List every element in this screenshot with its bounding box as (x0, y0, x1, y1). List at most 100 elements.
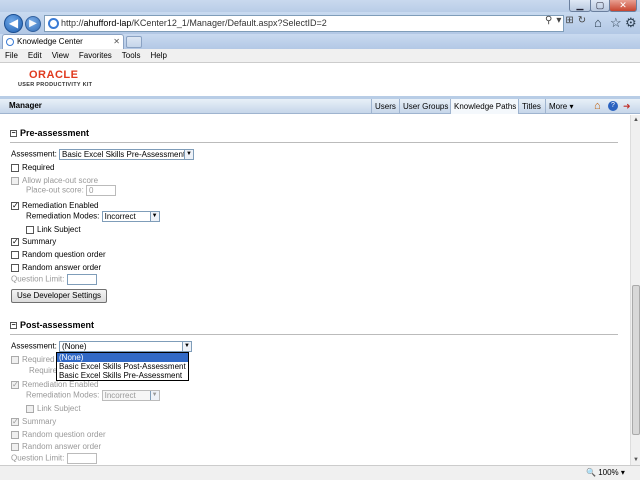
pre-random-question[interactable]: Random question order (11, 250, 106, 259)
address-bar[interactable]: http://ahufford-lap/KCenter12_1/Manager/… (44, 15, 564, 32)
zoom-control[interactable]: 🔍 100% ▾ (586, 466, 625, 480)
pre-link-subject-checkbox[interactable] (26, 225, 34, 234)
post-summary-checkbox: ✓ (11, 416, 19, 426)
menu-view[interactable]: View (47, 49, 74, 63)
dropdown-option-none[interactable]: (None) (57, 353, 188, 362)
post-required-checkbox (11, 355, 19, 364)
maximize-button[interactable]: ▢ (590, 0, 610, 12)
dropdown-icon[interactable]: ▾ (556, 15, 565, 26)
pre-assessment-value: Basic Excel Skills Pre-Assessment (62, 150, 186, 159)
collapse-icon[interactable]: − (10, 130, 17, 138)
url-path: /KCenter12_1/Manager/Default.aspx?Select… (131, 18, 327, 28)
settings-gear-icon[interactable]: ⚙ (625, 15, 637, 31)
logout-icon[interactable]: ➜ (623, 101, 633, 111)
new-tab-button[interactable] (126, 36, 142, 48)
home-toolbar-icon[interactable]: ⌂ (594, 15, 602, 30)
nav-knowledge-paths[interactable]: Knowledge Paths (450, 99, 520, 114)
pre-summary[interactable]: ✓ Summary (11, 237, 56, 246)
search-icon[interactable]: ⚲ (545, 15, 556, 26)
tab-close-icon[interactable]: ✕ (113, 35, 120, 48)
menu-help[interactable]: Help (145, 49, 171, 63)
browser-window: ▁ ▢ ✕ ◀ ▶ http://ahufford-lap/KCenter12_… (0, 0, 640, 480)
menu-edit[interactable]: Edit (23, 49, 47, 63)
pre-question-limit-input[interactable] (66, 274, 97, 285)
post-assessment-label: Assessment: (11, 341, 57, 351)
pre-summary-label: Summary (22, 237, 57, 246)
post-random-question: Random question order (11, 430, 106, 439)
product-name: USER PRODUCTIVITY KIT (18, 82, 93, 88)
zoom-level: 100% (598, 468, 619, 477)
pre-place-out-row: Place-out score: 0 (26, 185, 117, 196)
post-question-limit-row: Question Limit: (11, 453, 97, 464)
pre-remediation-modes-value: Incorrect (104, 212, 136, 221)
pre-required[interactable]: Required (11, 163, 54, 172)
dropdown-option-pre[interactable]: Basic Excel Skills Pre-Assessment (57, 371, 188, 380)
post-summary: ✓ Summary (11, 417, 56, 426)
pre-assessment-row: Assessment: Basic Excel Skills Pre-Asses… (11, 149, 195, 160)
post-remediation-modes-select: Incorrect ▼ (101, 390, 160, 401)
pre-remediation-modes-label: Remediation Modes: (26, 211, 100, 221)
chevron-down-icon: ▼ (182, 342, 192, 351)
pre-random-answer-label: Random answer order (22, 263, 102, 272)
pre-required-checkbox[interactable] (11, 163, 19, 172)
dropdown-option-post[interactable]: Basic Excel Skills Post-Assessment (57, 362, 188, 371)
nav-user-groups[interactable]: User Groups (399, 99, 451, 114)
pre-summary-checkbox[interactable]: ✓ (11, 237, 19, 246)
menu-tools[interactable]: Tools (117, 49, 146, 63)
use-developer-settings-button[interactable]: Use Developer Settings (11, 289, 108, 303)
post-remediation-label: Remediation Enabled (22, 380, 99, 389)
post-link-subject: Link Subject (26, 404, 81, 413)
minimize-button[interactable]: ▁ (569, 0, 591, 12)
pre-remediation[interactable]: ✓ Remediation Enabled (11, 201, 99, 210)
pre-required-label: Required (22, 163, 55, 172)
menu-file[interactable]: File (0, 49, 23, 63)
home-icon[interactable]: ⌂ (594, 101, 604, 112)
help-icon[interactable]: ? (608, 101, 618, 111)
pre-link-subject[interactable]: Link Subject (26, 225, 81, 234)
scroll-thumb[interactable] (632, 285, 640, 435)
pre-allow-place-out: Allow place-out score (11, 176, 98, 185)
post-random-answer-checkbox (11, 442, 19, 451)
post-link-subject-checkbox (26, 404, 34, 413)
post-required: Required (11, 355, 54, 364)
tab-page-icon (6, 38, 14, 46)
post-remediation-modes-row: Remediation Modes: Incorrect ▼ (26, 390, 160, 401)
post-random-answer-label: Random answer order (22, 442, 102, 451)
refresh-icon[interactable]: ↻ (578, 15, 590, 26)
nav-titles[interactable]: Titles (518, 99, 544, 114)
collapse-icon[interactable]: − (10, 322, 17, 330)
tab-title: Knowledge Center (17, 37, 83, 46)
post-random-question-label: Random question order (22, 430, 106, 439)
forward-button[interactable]: ▶ (25, 16, 41, 32)
ie-page-icon (48, 18, 59, 29)
tab-strip: Knowledge Center ✕ (0, 34, 640, 49)
post-assessment-dropdown-list: (None) Basic Excel Skills Post-Assessmen… (56, 352, 189, 381)
pre-remediation-checkbox[interactable]: ✓ (11, 201, 19, 210)
favorites-star-icon[interactable]: ☆ (610, 15, 622, 31)
nav-users[interactable]: Users (371, 99, 399, 114)
compat-icon[interactable]: ⊞ (565, 15, 577, 26)
post-link-subject-label: Link Subject (37, 404, 81, 413)
post-question-limit-input (66, 453, 97, 464)
post-assessment-select[interactable]: (None) ▼ (59, 341, 193, 352)
vertical-scrollbar[interactable]: ▲ ▼ (630, 115, 640, 465)
manager-toolbar: Manager Users User Groups Knowledge Path… (0, 99, 640, 114)
address-tools: ⚲▾⊞↻ (545, 15, 590, 26)
scroll-up-icon[interactable]: ▲ (631, 115, 640, 125)
pre-random-question-checkbox[interactable] (11, 250, 19, 259)
pre-assessment-label: Assessment: (11, 149, 57, 159)
chevron-down-icon: ▼ (149, 212, 159, 221)
menu-favorites[interactable]: Favorites (74, 49, 117, 63)
pre-random-answer-checkbox[interactable] (11, 263, 19, 272)
pre-random-answer[interactable]: Random answer order (11, 263, 101, 272)
pre-allow-place-out-label: Allow place-out score (22, 176, 99, 185)
scroll-down-icon[interactable]: ▼ (631, 455, 640, 465)
pre-assessment-select[interactable]: Basic Excel Skills Pre-Assessment ▼ (59, 149, 195, 160)
nav-more[interactable]: More ▾ (545, 99, 576, 114)
browser-tab[interactable]: Knowledge Center ✕ (2, 34, 124, 49)
pre-remediation-modes-select[interactable]: Incorrect ▼ (101, 211, 160, 222)
close-window-button[interactable]: ✕ (609, 0, 637, 12)
pre-random-question-label: Random question order (22, 250, 106, 259)
section-rule (10, 334, 618, 335)
back-button[interactable]: ◀ (4, 14, 23, 33)
